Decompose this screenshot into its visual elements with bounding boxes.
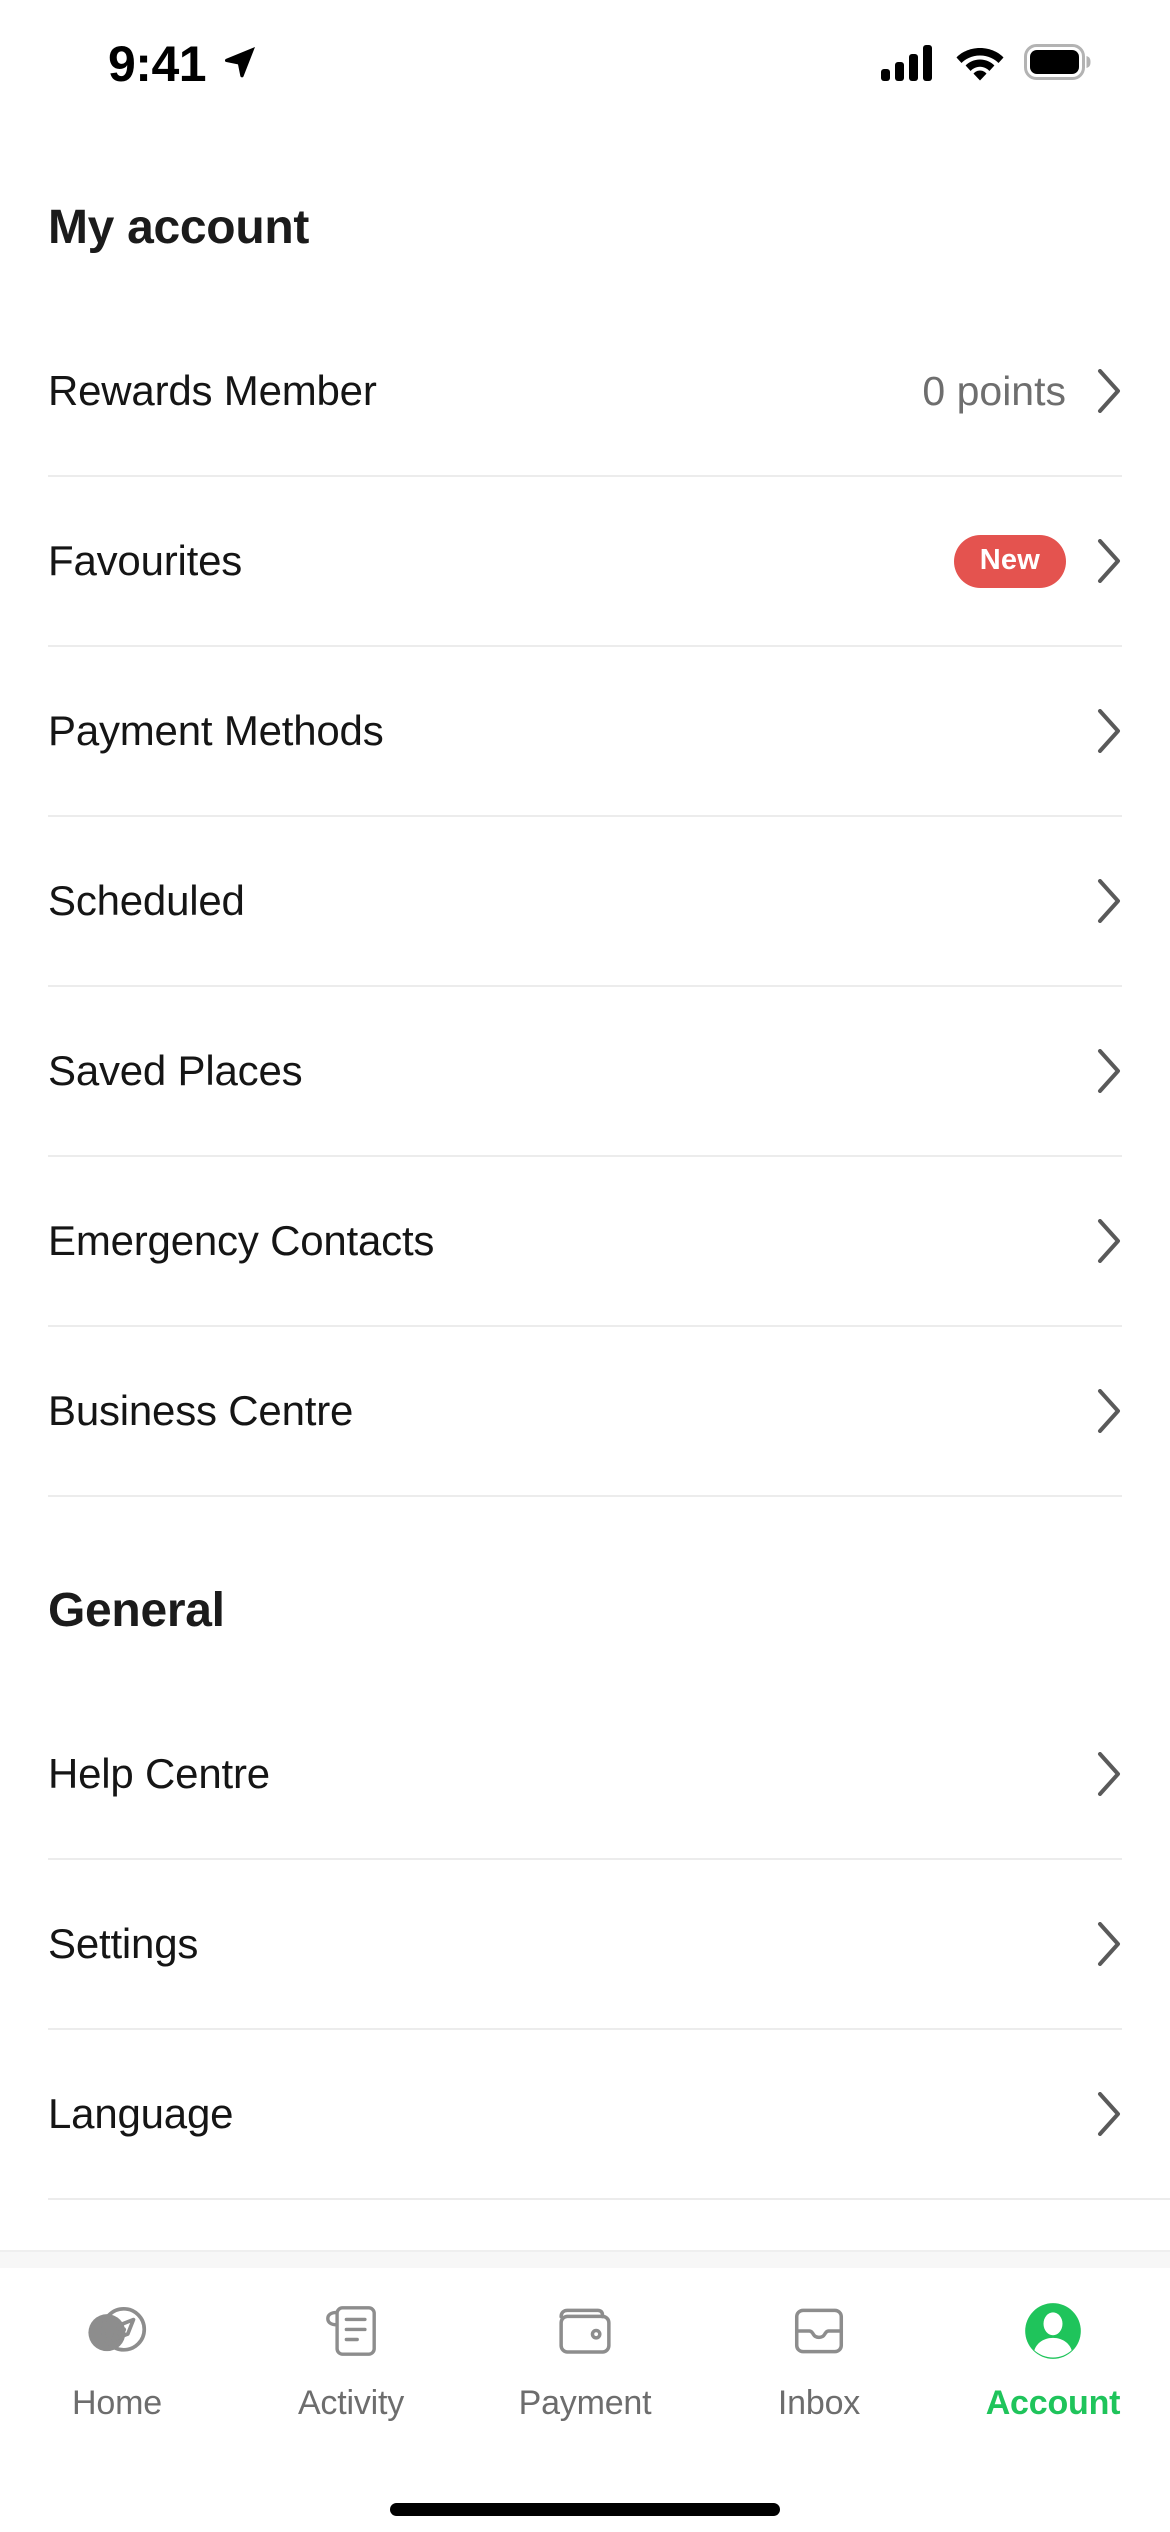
home-indicator-area xyxy=(0,2486,1170,2532)
list-item-help-centre[interactable]: Help Centre xyxy=(0,1690,1170,1858)
list-item-label: Favourites xyxy=(48,537,243,584)
list-item-payment-methods[interactable]: Payment Methods xyxy=(0,647,1170,815)
status-bar: 9:41 xyxy=(0,0,1170,128)
list-item-label: Scheduled xyxy=(48,877,245,924)
bottom-tab-bar: Home Activity Payment Inbox Account xyxy=(0,2268,1170,2486)
list-item-accessory xyxy=(1096,709,1122,753)
list-item-business-centre[interactable]: Business Centre xyxy=(0,1327,1170,1495)
section-title-general: General xyxy=(48,1584,225,1637)
list-item-accessory xyxy=(1096,1219,1122,1263)
general-list: Help Centre Settings Language xyxy=(0,1690,1170,2200)
home-indicator[interactable] xyxy=(390,2502,780,2516)
inbox-tray-icon xyxy=(784,2294,854,2368)
chevron-right-icon xyxy=(1098,1922,1120,1966)
my-account-list: Rewards Member 0 points Favourites New P… xyxy=(0,307,1170,1497)
list-item-accessory: 0 points xyxy=(922,368,1122,415)
chevron-right-icon xyxy=(1098,1752,1120,1796)
list-item-accessory xyxy=(1096,1049,1122,1093)
list-item-label: Help Centre xyxy=(48,1750,270,1797)
phone-screen: 9:41 My account Rewards Member 0 points … xyxy=(0,0,1170,2532)
chevron-right-icon xyxy=(1098,1219,1120,1263)
tab-activity[interactable]: Activity xyxy=(234,2294,468,2423)
list-item-accessory xyxy=(1096,1389,1122,1433)
list-item-emergency-contacts[interactable]: Emergency Contacts xyxy=(0,1157,1170,1325)
list-item-label: Saved Places xyxy=(48,1047,303,1094)
wifi-icon xyxy=(954,42,1006,87)
chevron-right-icon xyxy=(1098,1389,1120,1433)
tab-inbox[interactable]: Inbox xyxy=(702,2294,936,2423)
list-item-accessory xyxy=(1096,2092,1122,2136)
tab-label: Account xyxy=(985,2384,1121,2422)
page-title: My account xyxy=(48,201,310,254)
list-item-favourites[interactable]: Favourites New xyxy=(0,477,1170,645)
receipt-icon xyxy=(317,2294,385,2368)
list-divider xyxy=(48,2198,1170,2200)
list-item-scheduled[interactable]: Scheduled xyxy=(0,817,1170,985)
tab-label: Payment xyxy=(518,2384,652,2422)
list-item-label: Emergency Contacts xyxy=(48,1217,435,1264)
location-arrow-icon xyxy=(220,42,260,87)
list-item-settings[interactable]: Settings xyxy=(0,1860,1170,2028)
list-item-accessory: New xyxy=(953,534,1122,588)
wallet-icon xyxy=(550,2294,620,2368)
compass-icon xyxy=(80,2294,154,2368)
battery-full-icon xyxy=(1024,43,1092,85)
list-item-label: Language xyxy=(48,2090,234,2137)
chevron-right-icon xyxy=(1098,539,1120,583)
chevron-right-icon xyxy=(1098,2092,1120,2136)
tab-label: Home xyxy=(72,2384,162,2422)
list-item-language[interactable]: Language xyxy=(0,2030,1170,2198)
account-avatar-icon xyxy=(1017,2294,1089,2368)
tab-label: Inbox xyxy=(777,2384,861,2422)
list-item-label: Rewards Member xyxy=(48,367,377,414)
chevron-right-icon xyxy=(1098,369,1120,413)
chevron-right-icon xyxy=(1098,709,1120,753)
tab-label: Activity xyxy=(297,2384,405,2422)
status-bar-time: 9:41 xyxy=(108,36,207,92)
list-item-saved-places[interactable]: Saved Places xyxy=(0,987,1170,1155)
tab-account[interactable]: Account xyxy=(936,2294,1170,2423)
rewards-points-value: 0 points xyxy=(922,367,1066,414)
list-item-accessory xyxy=(1096,1922,1122,1966)
status-bar-left: 9:41 xyxy=(0,39,260,89)
account-scroll-content[interactable]: My account Rewards Member 0 points Favou… xyxy=(0,128,1170,2250)
list-item-label: Payment Methods xyxy=(48,707,384,754)
status-badge: New xyxy=(953,534,1066,588)
list-item-accessory xyxy=(1096,1752,1122,1796)
tabbar-separator xyxy=(0,2250,1170,2268)
list-item-label: Business Centre xyxy=(48,1387,354,1434)
status-bar-right xyxy=(880,42,1092,87)
tab-payment[interactable]: Payment xyxy=(468,2294,702,2423)
chevron-right-icon xyxy=(1098,1049,1120,1093)
list-item-accessory xyxy=(1096,879,1122,923)
chevron-right-icon xyxy=(1098,879,1120,923)
cellular-signal-icon xyxy=(880,42,936,87)
list-item-label: Settings xyxy=(48,1920,199,1967)
tab-home[interactable]: Home xyxy=(0,2294,234,2423)
list-item-rewards-member[interactable]: Rewards Member 0 points xyxy=(0,307,1170,475)
